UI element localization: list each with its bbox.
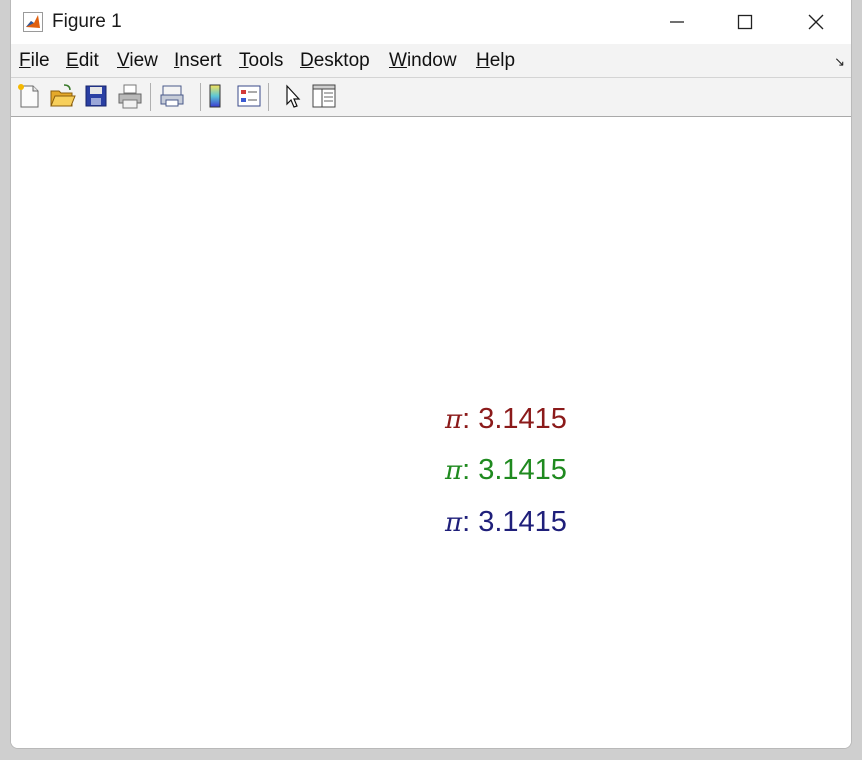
- toolbar-separator: [150, 83, 151, 111]
- menu-help[interactable]: Help: [476, 50, 515, 72]
- figure-window: Figure 1 File Edit View Insert Tools Des…: [10, 0, 852, 749]
- figure-toolbar: [11, 78, 851, 117]
- pi-value: : 3.1415: [462, 403, 567, 435]
- open-file-icon[interactable]: [48, 82, 76, 110]
- pi-text-line-2: π: 3.1415: [445, 454, 567, 487]
- menu-tools[interactable]: Tools: [239, 50, 283, 72]
- new-figure-icon[interactable]: [15, 82, 43, 110]
- pi-text-line-3: π: 3.1415: [445, 506, 567, 539]
- property-inspector-icon[interactable]: [310, 82, 338, 110]
- pi-value: : 3.1415: [462, 454, 567, 486]
- edit-plot-arrow-icon[interactable]: [278, 82, 306, 110]
- pi-text-line-1: π: 3.1415: [445, 403, 567, 436]
- title-bar[interactable]: Figure 1: [11, 0, 851, 44]
- link-plot-icon[interactable]: [158, 82, 186, 110]
- window-title: Figure 1: [52, 11, 122, 32]
- close-icon: [808, 14, 824, 30]
- menu-window[interactable]: Window: [389, 50, 457, 72]
- maximize-icon: [737, 14, 753, 30]
- pi-symbol: π: [445, 508, 463, 538]
- colorbar-icon[interactable]: [201, 82, 229, 110]
- minimize-icon: [670, 21, 684, 23]
- menu-edit[interactable]: Edit: [66, 50, 99, 72]
- legend-icon[interactable]: [235, 82, 263, 110]
- matlab-app-icon: [23, 12, 43, 32]
- menu-desktop[interactable]: Desktop: [300, 50, 370, 72]
- menu-file[interactable]: File: [19, 50, 50, 72]
- maximize-button[interactable]: [712, 0, 778, 44]
- dock-figure-icon[interactable]: ↘: [834, 54, 845, 70]
- minimize-button[interactable]: [644, 0, 710, 44]
- figure-canvas[interactable]: π: 3.1415 π: 3.1415 π: 3.1415: [11, 117, 851, 748]
- print-icon[interactable]: [116, 82, 144, 110]
- pi-symbol: π: [445, 456, 463, 486]
- menu-insert[interactable]: Insert: [174, 50, 222, 72]
- save-icon[interactable]: [82, 82, 110, 110]
- pi-value: : 3.1415: [462, 506, 567, 538]
- toolbar-separator: [268, 83, 269, 111]
- close-button[interactable]: [783, 0, 849, 44]
- pi-symbol: π: [445, 405, 463, 435]
- menu-view[interactable]: View: [117, 50, 158, 72]
- menu-bar: File Edit View Insert Tools Desktop Wind…: [11, 44, 851, 78]
